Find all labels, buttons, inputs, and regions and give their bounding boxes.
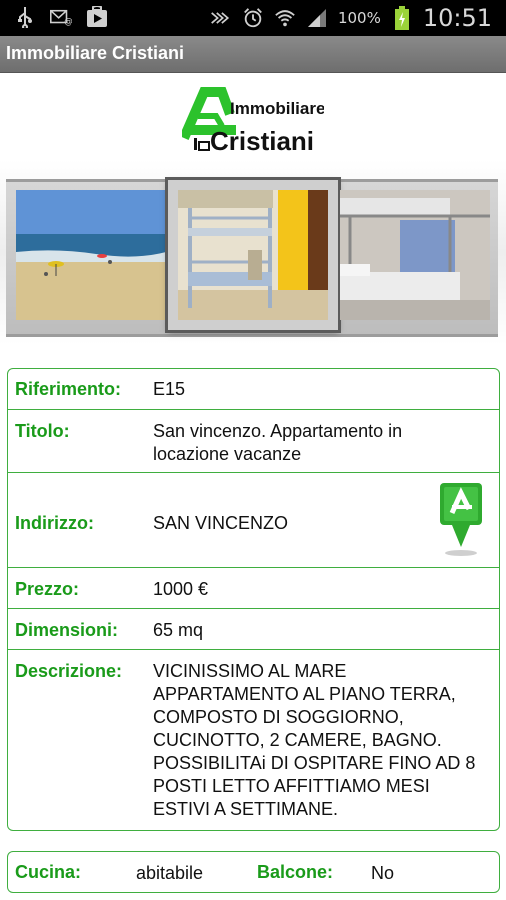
value-balcone: No <box>371 863 395 883</box>
descrizione-line: COMPOSTO DI SOGGIORNO, <box>153 707 404 727</box>
status-bar: @ 100% 10:51 <box>0 0 506 36</box>
company-logo: Immobiliare Cristiani <box>179 86 325 156</box>
descrizione-line: POSTI LETTO AFFITTIAMO MESI <box>153 776 430 796</box>
label-prezzo: Prezzo: <box>15 579 80 599</box>
value-cucina: abitabile <box>136 863 204 883</box>
descrizione-line: CUCINOTTO, 2 CAMERE, BAGNO. <box>153 730 442 750</box>
app-title-bar: Immobiliare Cristiani <box>0 36 506 73</box>
logo-text-cristiani: Cristiani <box>210 126 314 152</box>
descrizione-line: POSSIBILITAi DI OSPITARE FINO AD 8 <box>153 753 476 773</box>
descrizione-line: VICINISSIMO AL MARE <box>153 661 347 681</box>
battery-percent: 100% <box>337 9 381 27</box>
gallery-photo-bunkbed-selected[interactable] <box>168 180 338 330</box>
app-title: Immobiliare Cristiani <box>6 43 185 63</box>
row-indirizzo: Indirizzo: SAN VINCENZO <box>8 473 499 568</box>
gallery-photo-beach[interactable] <box>16 190 166 320</box>
signal-icon <box>306 7 328 29</box>
property-features-table: Cucina: abitabile Balcone: No <box>7 851 500 893</box>
clock-time: 10:51 <box>422 4 492 32</box>
row-prezzo: Prezzo: 1000 € <box>8 568 499 609</box>
battery-charging-icon <box>391 6 413 30</box>
descrizione-line: ESTIVI A SETTIMANE. <box>153 799 339 819</box>
label-indirizzo: Indirizzo: <box>15 513 94 533</box>
value-indirizzo: SAN VINCENZO <box>153 513 289 533</box>
content-area[interactable]: Immobiliare Cristiani Riferimento: E15 T… <box>0 73 506 900</box>
map-location-pin-icon[interactable] <box>438 481 484 557</box>
svg-text:@: @ <box>64 17 72 27</box>
missed-email-icon: @ <box>50 6 72 28</box>
property-details-table: Riferimento: E15 Titolo: San vincenzo. A… <box>7 368 500 831</box>
wifi-icon <box>274 7 296 29</box>
row-dimensioni: Dimensioni: 65 mq <box>8 609 499 650</box>
value-prezzo: 1000 € <box>153 579 209 599</box>
nfc-icon <box>210 7 232 29</box>
value-dimensioni: 65 mq <box>153 620 204 640</box>
logo-text-immobiliare: Immobiliare <box>230 99 324 118</box>
usb-icon <box>14 6 36 28</box>
row-descrizione: Descrizione: VICINISSIMO AL MARE APPARTA… <box>8 650 499 830</box>
row-titolo: Titolo: San vincenzo. Appartamento in lo… <box>8 410 499 473</box>
label-cucina: Cucina: <box>15 862 82 882</box>
label-descrizione: Descrizione: <box>15 661 123 681</box>
label-dimensioni: Dimensioni: <box>15 620 119 640</box>
play-store-icon <box>86 6 108 28</box>
label-titolo: Titolo: <box>15 421 70 441</box>
label-riferimento: Riferimento: <box>15 379 122 399</box>
value-titolo-line1: San vincenzo. Appartamento in <box>153 421 403 441</box>
value-titolo-line2: locazione vacanze <box>153 444 302 464</box>
value-riferimento: E15 <box>153 379 186 399</box>
row-riferimento: Riferimento: E15 <box>8 369 499 410</box>
gallery-photo-bedroom[interactable] <box>340 190 490 320</box>
descrizione-line: APPARTAMENTO AL PIANO TERRA, <box>153 684 456 704</box>
label-balcone: Balcone: <box>257 862 334 882</box>
alarm-icon <box>242 7 264 29</box>
